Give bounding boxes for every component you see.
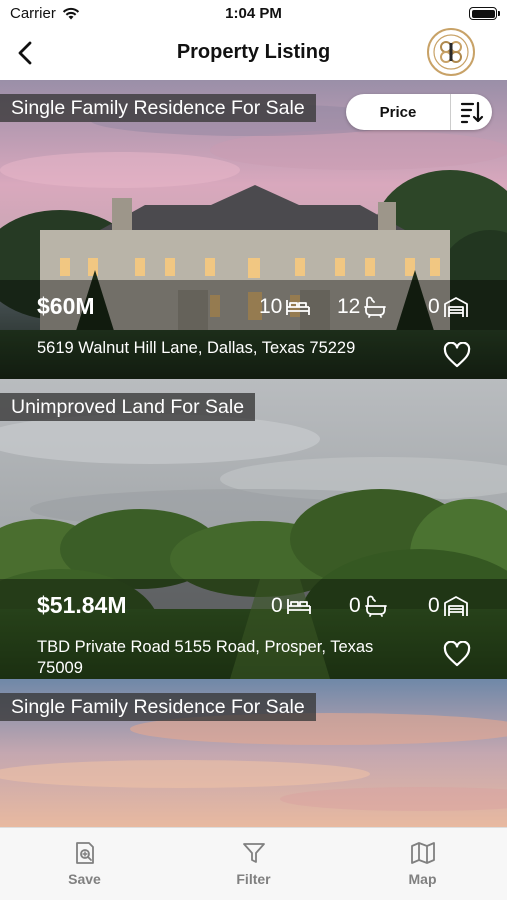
bathtub-icon — [364, 595, 387, 617]
map-icon — [410, 842, 435, 864]
garage-icon — [443, 297, 468, 317]
bathrooms-count: 0 — [349, 594, 361, 617]
battery-icon — [469, 7, 500, 20]
bed-icon — [286, 599, 311, 614]
price-sort-control[interactable]: Price — [346, 94, 492, 130]
nav-bar: Property Listing — [0, 28, 507, 80]
listing-address: TBD Private Road 5155 Road, Prosper, Tex… — [37, 638, 374, 677]
garage-count: 0 — [428, 594, 440, 617]
tab-label: Map — [408, 871, 437, 887]
listing-price: $60M — [37, 293, 95, 319]
favorite-heart-icon[interactable] — [443, 641, 471, 667]
sort-descending-icon — [460, 101, 483, 124]
garage-icon — [443, 596, 468, 616]
tab-map[interactable]: Map — [338, 828, 507, 900]
listing-info: $60M 10 12 0 5619 Walnut Hill Lane, Dall… — [0, 280, 507, 380]
listing-info: $51.84M 0 0 0 TBD Private Road 5155 Road… — [0, 579, 507, 679]
listing-type-label: Single Family Residence For Sale — [0, 94, 316, 122]
bathtub-icon — [364, 296, 387, 318]
listing-address: 5619 Walnut Hill Lane, Dallas, Texas 752… — [37, 339, 356, 357]
listing-type-label: Single Family Residence For Sale — [0, 693, 316, 721]
status-time: 1:04 PM — [225, 5, 282, 22]
favorite-heart-icon[interactable] — [443, 342, 471, 368]
listing-card[interactable]: Unimproved Land For Sale $51.84M 0 0 0 T… — [0, 379, 507, 679]
listing-card[interactable]: Single Family Residence For Sale — [0, 679, 507, 827]
status-bar: Carrier 1:04 PM — [0, 0, 507, 28]
save-search-icon — [75, 842, 94, 864]
garage-stat: 0 — [428, 594, 469, 618]
sort-label[interactable]: Price — [346, 104, 450, 121]
bathrooms-stat: 12 — [337, 295, 387, 319]
bedrooms-stat: 0 — [271, 594, 312, 618]
tab-save[interactable]: Save — [0, 828, 169, 900]
listing-card[interactable]: Single Family Residence For Sale Price $… — [0, 80, 507, 380]
listing-price: $51.84M — [37, 592, 127, 618]
listing-type-label: Unimproved Land For Sale — [0, 393, 256, 421]
garage-count: 0 — [428, 295, 440, 318]
bed-icon — [286, 300, 311, 315]
garage-stat: 0 — [428, 295, 469, 319]
bathrooms-count: 12 — [337, 295, 361, 318]
tab-filter[interactable]: Filter — [169, 828, 338, 900]
bathrooms-stat: 0 — [349, 594, 388, 618]
brand-logo-icon — [433, 34, 469, 70]
filter-icon — [242, 843, 265, 863]
bedrooms-count: 10 — [259, 295, 283, 318]
tab-bar: Save Filter Map — [0, 827, 507, 900]
bedrooms-stat: 10 — [259, 295, 311, 319]
bedrooms-count: 0 — [271, 594, 283, 617]
brand-logo — [427, 28, 475, 76]
tab-label: Filter — [236, 871, 271, 887]
tab-label: Save — [68, 871, 101, 887]
sort-descending-button[interactable] — [451, 100, 492, 124]
